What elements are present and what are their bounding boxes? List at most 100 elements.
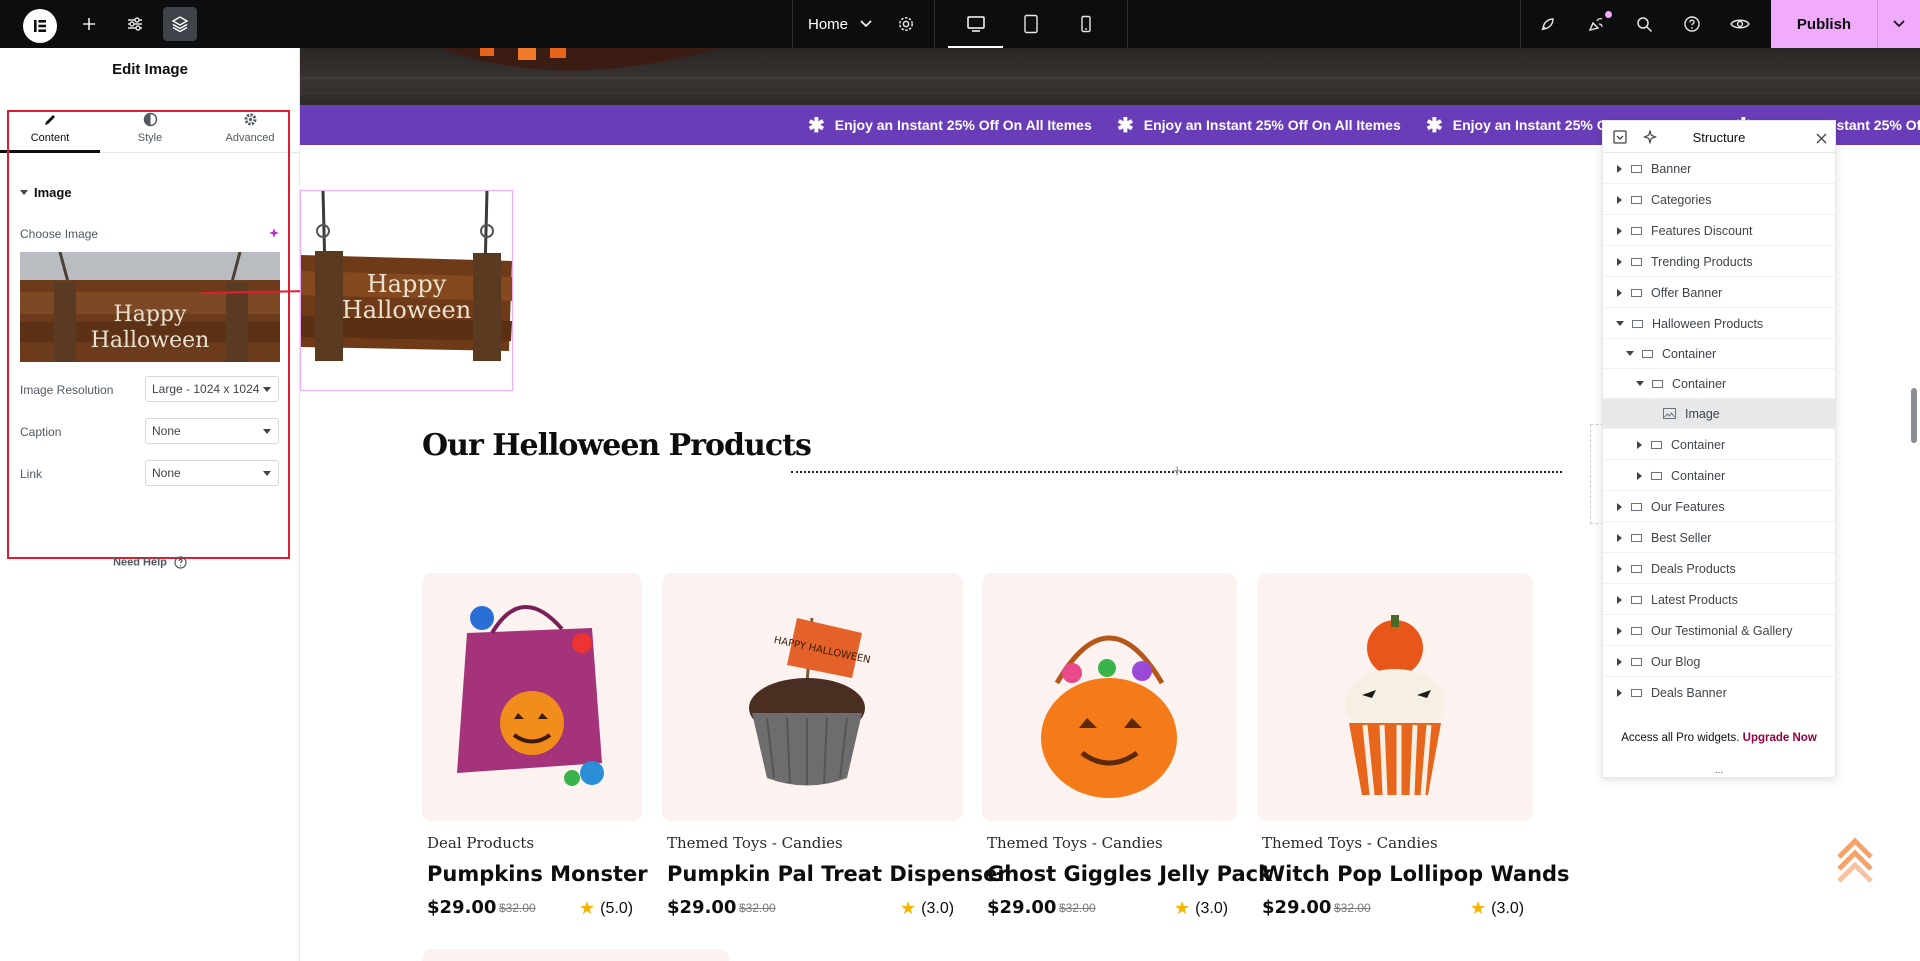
product-name[interactable]: Pumpkin Pal Treat Dispenser xyxy=(667,862,1008,886)
structure-item-label: Halloween Products xyxy=(1652,316,1764,331)
structure-item[interactable]: Halloween Products xyxy=(1603,309,1835,339)
structure-item[interactable]: Banner xyxy=(1603,154,1835,184)
structure-item-label: Best Seller xyxy=(1651,530,1712,545)
structure-item[interactable]: Container xyxy=(1603,339,1835,369)
structure-item[interactable]: Our Blog xyxy=(1603,647,1835,677)
help-icon[interactable] xyxy=(1676,0,1708,48)
structure-item[interactable]: Deals Products xyxy=(1603,554,1835,584)
caret-down-icon xyxy=(1616,321,1624,326)
star-icon: ★ xyxy=(1174,898,1191,918)
asterisk-icon: ✱ xyxy=(1426,114,1443,137)
page-settings-gear-icon[interactable] xyxy=(890,0,922,48)
structure-item-label: Latest Products xyxy=(1651,592,1738,607)
product-image-card[interactable] xyxy=(982,573,1237,821)
tablet-view-icon[interactable] xyxy=(1003,0,1058,48)
structure-item-label: Container xyxy=(1662,346,1717,361)
upgrade-now-link[interactable]: Upgrade Now xyxy=(1743,732,1817,744)
structure-item-selected[interactable]: Image xyxy=(1603,399,1835,429)
structure-panel: Structure Banner Categories Features Dis… xyxy=(1602,120,1836,778)
structure-item[interactable]: Container xyxy=(1603,461,1835,491)
container-icon xyxy=(1632,319,1643,328)
editor-topbar: Home Publish xyxy=(0,0,1920,48)
caret-right-icon xyxy=(1637,471,1642,480)
publish-button[interactable]: Publish xyxy=(1771,0,1877,48)
container-icon xyxy=(1651,440,1662,449)
image-icon xyxy=(1663,408,1676,419)
product-old-price: $32.00 xyxy=(739,901,776,915)
structure-item-label: Features Discount xyxy=(1651,223,1753,238)
layers-icon[interactable] xyxy=(163,0,197,48)
caret-right-icon xyxy=(1617,564,1622,573)
container-icon xyxy=(1631,226,1642,235)
structure-item[interactable]: Our Features xyxy=(1603,492,1835,522)
preview-eye-icon[interactable] xyxy=(1724,0,1756,48)
elementor-logo-icon[interactable] xyxy=(23,9,57,43)
scroll-to-top-icon[interactable] xyxy=(1835,835,1875,883)
structure-item[interactable]: Container xyxy=(1603,430,1835,460)
container-icon xyxy=(1631,195,1642,204)
structure-item[interactable]: Container xyxy=(1603,369,1835,399)
structure-item-label: Trending Products xyxy=(1651,254,1753,269)
structure-item-label: Banner xyxy=(1651,161,1692,176)
product-name[interactable]: Ghost Giggles Jelly Pack xyxy=(987,862,1272,886)
topbar-divider xyxy=(1127,0,1128,48)
whats-new-icon[interactable] xyxy=(1580,0,1612,48)
launch-rocket-icon[interactable] xyxy=(1532,0,1564,48)
container-icon xyxy=(1631,502,1642,511)
product-category: Themed Toys - Candies xyxy=(1262,834,1438,852)
product-rating: ★ (3.0) xyxy=(1470,898,1524,919)
structure-item[interactable]: Best Seller xyxy=(1603,523,1835,553)
structure-item-label: Image xyxy=(1685,406,1720,421)
structure-item[interactable]: Offer Banner xyxy=(1603,278,1835,308)
edit-image-panel: Edit Image Content Style Advanced Image … xyxy=(0,48,300,961)
structure-item-label: Deals Products xyxy=(1651,561,1736,576)
product-price: $29.00 xyxy=(987,897,1057,918)
page-scrollbar[interactable] xyxy=(1911,388,1917,443)
selected-image-widget[interactable]: Happy Halloween xyxy=(300,190,513,391)
structure-item-label: Container xyxy=(1671,437,1726,452)
product-rating: ★ (3.0) xyxy=(900,898,954,919)
caret-right-icon xyxy=(1617,626,1622,635)
structure-item-label: Categories xyxy=(1651,192,1712,207)
caret-right-icon xyxy=(1617,533,1622,542)
page-selector[interactable]: Home xyxy=(808,0,872,48)
caret-right-icon xyxy=(1617,164,1622,173)
container-icon xyxy=(1631,626,1642,635)
structure-item[interactable]: Latest Products xyxy=(1603,585,1835,615)
close-icon[interactable] xyxy=(1816,131,1827,149)
need-help-label: Need Help xyxy=(113,556,167,569)
structure-item[interactable]: Features Discount xyxy=(1603,216,1835,246)
product-name[interactable]: Pumpkins Monster xyxy=(427,862,648,886)
structure-header: Structure xyxy=(1603,121,1835,153)
star-icon: ★ xyxy=(1470,898,1487,918)
structure-item[interactable]: Trending Products xyxy=(1603,247,1835,277)
caret-right-icon xyxy=(1617,595,1622,604)
topbar-divider xyxy=(792,0,793,48)
container-icon xyxy=(1652,379,1663,388)
product-image-card[interactable] xyxy=(422,573,642,821)
container-icon xyxy=(1631,564,1642,573)
structure-item[interactable]: Categories xyxy=(1603,185,1835,215)
container-icon xyxy=(1631,595,1642,604)
container-icon xyxy=(1631,164,1642,173)
add-element-icon[interactable] xyxy=(72,0,106,48)
resize-handle[interactable]: ... xyxy=(1603,765,1835,776)
add-section-plus-icon[interactable]: + xyxy=(1172,461,1183,482)
structure-item[interactable]: Deals Banner xyxy=(1603,678,1835,708)
product-rating-value: (3.0) xyxy=(1491,899,1525,917)
structure-item[interactable]: Our Testimonial & Gallery xyxy=(1603,616,1835,646)
product-name[interactable]: Witch Pop Lollipop Wands xyxy=(1262,862,1570,886)
publish-options-button[interactable] xyxy=(1877,0,1920,48)
search-icon[interactable] xyxy=(1628,0,1660,48)
site-settings-sliders-icon[interactable] xyxy=(118,0,152,48)
product-image-card[interactable]: HAPPY HALLOWEEN xyxy=(662,573,963,821)
marquee-text: Enjoy an Instant 25% Off On All Itemes xyxy=(834,117,1092,133)
asterisk-icon: ✱ xyxy=(808,114,825,137)
product-image-card[interactable] xyxy=(1257,573,1533,821)
structure-item-label: Deals Banner xyxy=(1651,686,1727,700)
desktop-view-icon[interactable] xyxy=(948,0,1003,48)
mobile-view-icon[interactable] xyxy=(1058,0,1113,48)
container-icon xyxy=(1631,257,1642,266)
need-help-link[interactable]: Need Help xyxy=(0,556,300,569)
sign-word-1: Happy xyxy=(366,270,447,298)
